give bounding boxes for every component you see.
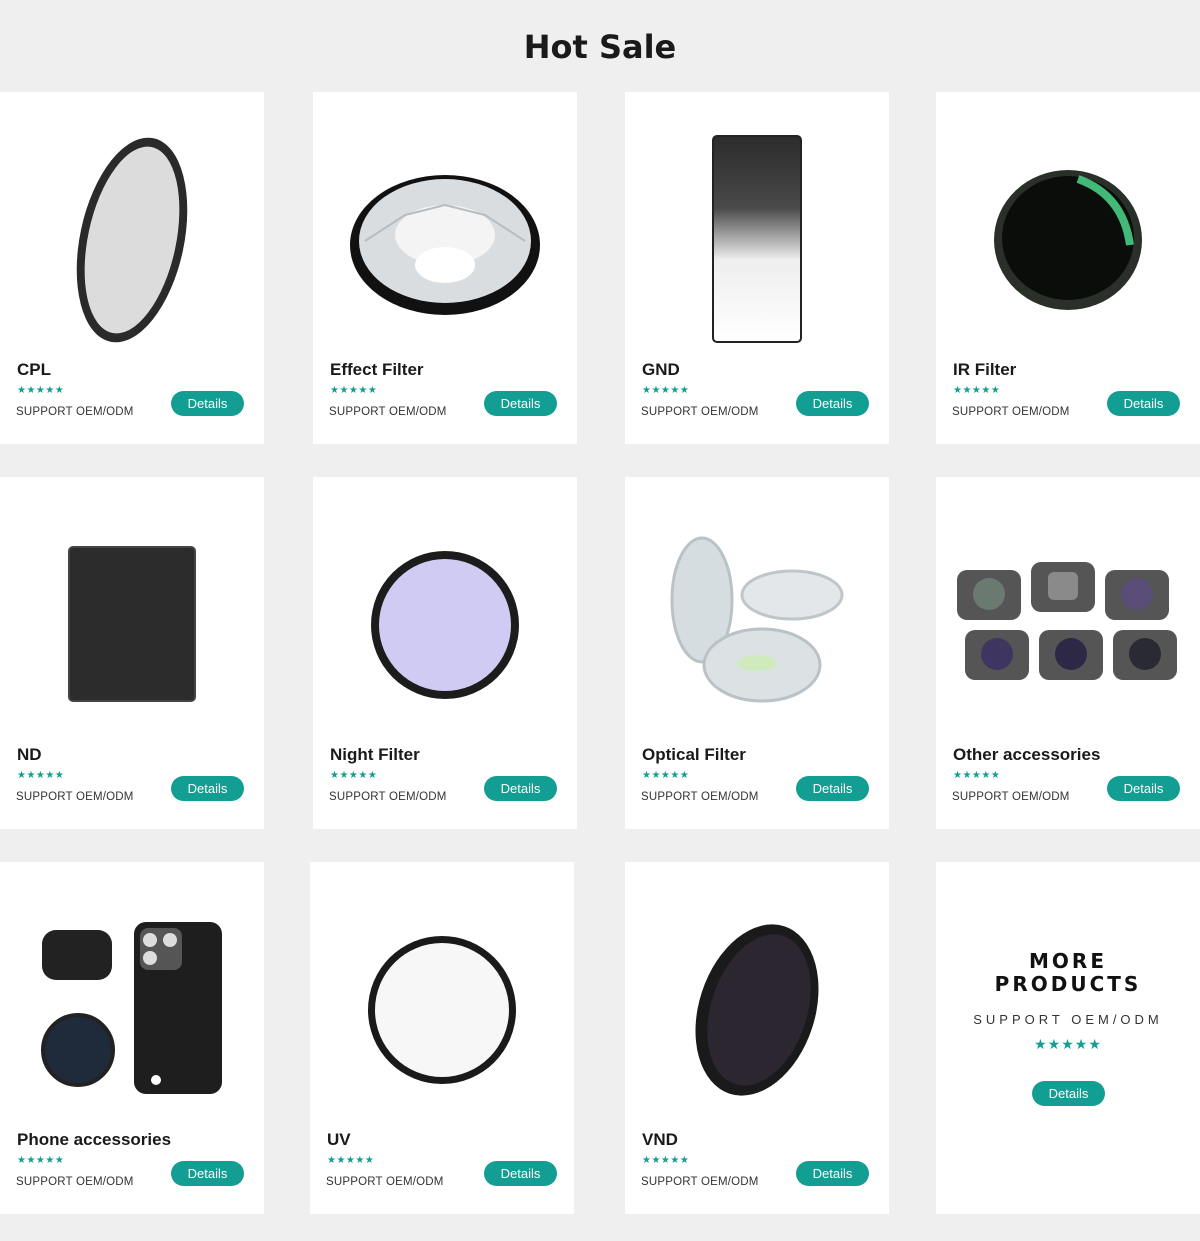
rating-stars: ★★★★★ [330, 770, 378, 781]
product-title: ND [17, 745, 42, 764]
support-text: SUPPORT OEM/ODM [641, 406, 759, 418]
details-button[interactable]: Details [1032, 1081, 1105, 1106]
details-button[interactable]: Details [1107, 776, 1180, 801]
rating-stars: ★★★★★ [17, 385, 65, 396]
support-text: SUPPORT OEM/ODM [973, 1012, 1163, 1027]
product-title: VND [642, 1130, 678, 1149]
details-button[interactable]: Details [484, 776, 557, 801]
product-card-nd[interactable]: ND ★★★★★ SUPPORT OEM/ODM Details [0, 477, 264, 829]
product-card-phone-accessories[interactable]: Phone accessories ★★★★★ SUPPORT OEM/ODM … [0, 862, 264, 1214]
support-text: SUPPORT OEM/ODM [326, 1176, 444, 1188]
product-title: Effect Filter [330, 360, 424, 379]
product-card-optical-filter[interactable]: Optical Filter ★★★★★ SUPPORT OEM/ODM Det… [625, 477, 889, 829]
rating-stars: ★★★★★ [330, 385, 378, 396]
rating-stars: ★★★★★ [642, 1155, 690, 1166]
product-title: IR Filter [953, 360, 1017, 379]
support-text: SUPPORT OEM/ODM [952, 406, 1070, 418]
more-products-card[interactable]: MORE PRODUCTS SUPPORT OEM/ODM ★★★★★ Deta… [936, 862, 1200, 1214]
details-button[interactable]: Details [796, 776, 869, 801]
rating-stars: ★★★★★ [17, 770, 65, 781]
gnd-filter-icon [637, 110, 877, 370]
support-text: SUPPORT OEM/ODM [16, 1176, 134, 1188]
support-text: SUPPORT OEM/ODM [16, 791, 134, 803]
rating-stars: ★★★★★ [642, 385, 690, 396]
rating-stars: ★★★★★ [327, 1155, 375, 1166]
product-card-uv[interactable]: UV ★★★★★ SUPPORT OEM/ODM Details [310, 862, 574, 1214]
details-button[interactable]: Details [484, 1161, 557, 1186]
details-button[interactable]: Details [171, 391, 244, 416]
effect-filter-icon [325, 110, 565, 370]
phone-case-icon [12, 880, 252, 1140]
uv-filter-icon [322, 880, 562, 1140]
product-title: Other accessories [953, 745, 1101, 764]
rating-stars: ★★★★★ [953, 770, 1001, 781]
product-title: Optical Filter [642, 745, 746, 764]
product-card-ir-filter[interactable]: IR Filter ★★★★★ SUPPORT OEM/ODM Details [936, 92, 1200, 444]
rating-stars: ★★★★★ [17, 1155, 65, 1166]
details-button[interactable]: Details [171, 776, 244, 801]
product-title: CPL [17, 360, 51, 379]
details-button[interactable]: Details [796, 391, 869, 416]
product-card-gnd[interactable]: GND ★★★★★ SUPPORT OEM/ODM Details [625, 92, 889, 444]
support-text: SUPPORT OEM/ODM [641, 791, 759, 803]
details-button[interactable]: Details [484, 391, 557, 416]
rating-stars: ★★★★★ [1034, 1036, 1102, 1052]
details-button[interactable]: Details [1107, 391, 1180, 416]
product-title: Night Filter [330, 745, 420, 764]
product-card-vnd[interactable]: VND ★★★★★ SUPPORT OEM/ODM Details [625, 862, 889, 1214]
ir-filter-icon [948, 110, 1188, 370]
product-card-cpl[interactable]: CPL ★★★★★ SUPPORT OEM/ODM Details [0, 92, 264, 444]
support-text: SUPPORT OEM/ODM [329, 406, 447, 418]
cpl-filter-icon [12, 110, 252, 370]
product-title: Phone accessories [17, 1130, 172, 1149]
details-button[interactable]: Details [171, 1161, 244, 1186]
vnd-filter-icon [637, 880, 877, 1140]
support-text: SUPPORT OEM/ODM [952, 791, 1070, 803]
support-text: SUPPORT OEM/ODM [16, 406, 134, 418]
product-card-effect-filter[interactable]: Effect Filter ★★★★★ SUPPORT OEM/ODM Deta… [313, 92, 577, 444]
product-title: UV [327, 1130, 351, 1149]
support-text: SUPPORT OEM/ODM [641, 1176, 759, 1188]
product-card-other-accessories[interactable]: Other accessories ★★★★★ SUPPORT OEM/ODM … [936, 477, 1200, 829]
drone-filters-icon [948, 495, 1188, 755]
product-card-night-filter[interactable]: Night Filter ★★★★★ SUPPORT OEM/ODM Detai… [313, 477, 577, 829]
night-filter-icon [325, 495, 565, 755]
optical-filter-icon [637, 495, 877, 755]
rating-stars: ★★★★★ [953, 385, 1001, 396]
support-text: SUPPORT OEM/ODM [329, 791, 447, 803]
product-title: GND [642, 360, 680, 379]
details-button[interactable]: Details [796, 1161, 869, 1186]
more-products-title: MORE PRODUCTS [994, 949, 1142, 996]
nd-filter-icon [12, 495, 252, 755]
section-title: Hot Sale [523, 28, 677, 66]
rating-stars: ★★★★★ [642, 770, 690, 781]
